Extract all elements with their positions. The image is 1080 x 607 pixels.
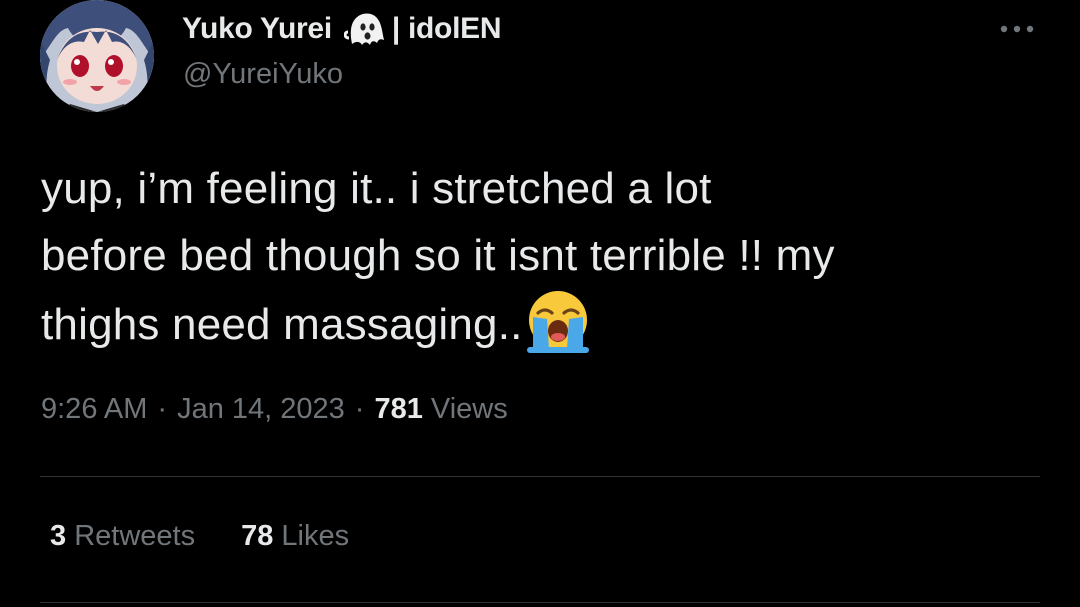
meta-separator: · bbox=[157, 393, 168, 425]
views-count: 781 bbox=[374, 393, 423, 425]
tweet-card: Yuko Yurei | idolEN @YureiYuko yup, i’m … bbox=[0, 0, 1080, 607]
ghost-icon bbox=[343, 10, 386, 48]
display-name-suffix: | idolEN bbox=[391, 12, 502, 45]
loudly-crying-face-icon bbox=[525, 289, 591, 355]
divider bbox=[40, 602, 1040, 603]
tweet-date[interactable]: Jan 14, 2023 bbox=[177, 393, 345, 425]
tweet-text-line: yup, i’m feeling it.. i stretched a lot bbox=[41, 164, 712, 213]
likes-label: Likes bbox=[281, 520, 350, 552]
retweets-label: Retweets bbox=[74, 520, 196, 552]
views-label: Views bbox=[430, 393, 508, 425]
tweet-text-line-with-emoji: thighs need massaging.. bbox=[41, 289, 1051, 358]
retweets-count: 3 bbox=[50, 520, 67, 552]
retweets-stat[interactable]: 3 Retweets bbox=[50, 520, 195, 553]
avatar[interactable] bbox=[40, 0, 154, 112]
tweet-stats: 3 Retweets 78 Likes bbox=[50, 520, 349, 553]
divider bbox=[40, 476, 1040, 477]
ellipsis-icon[interactable] bbox=[996, 14, 1038, 44]
meta-separator: · bbox=[354, 393, 365, 425]
likes-stat[interactable]: 78 Likes bbox=[241, 520, 349, 553]
tweet-text-line: thighs need massaging.. bbox=[41, 300, 523, 349]
author-handle[interactable]: @YureiYuko bbox=[183, 58, 343, 91]
tweet-meta: 9:26 AM · Jan 14, 2023 · 781 Views bbox=[41, 393, 508, 426]
avatar-image bbox=[40, 0, 154, 112]
tweet-text: yup, i’m feeling it.. i stretched a lot … bbox=[41, 155, 1051, 358]
tweet-time[interactable]: 9:26 AM bbox=[41, 393, 147, 425]
display-name[interactable]: Yuko Yurei bbox=[182, 12, 332, 46]
likes-count: 78 bbox=[241, 520, 274, 552]
author-name-row[interactable]: Yuko Yurei | idolEN bbox=[182, 8, 501, 50]
tweet-text-line: before bed though so it isnt terrible !!… bbox=[41, 231, 835, 280]
